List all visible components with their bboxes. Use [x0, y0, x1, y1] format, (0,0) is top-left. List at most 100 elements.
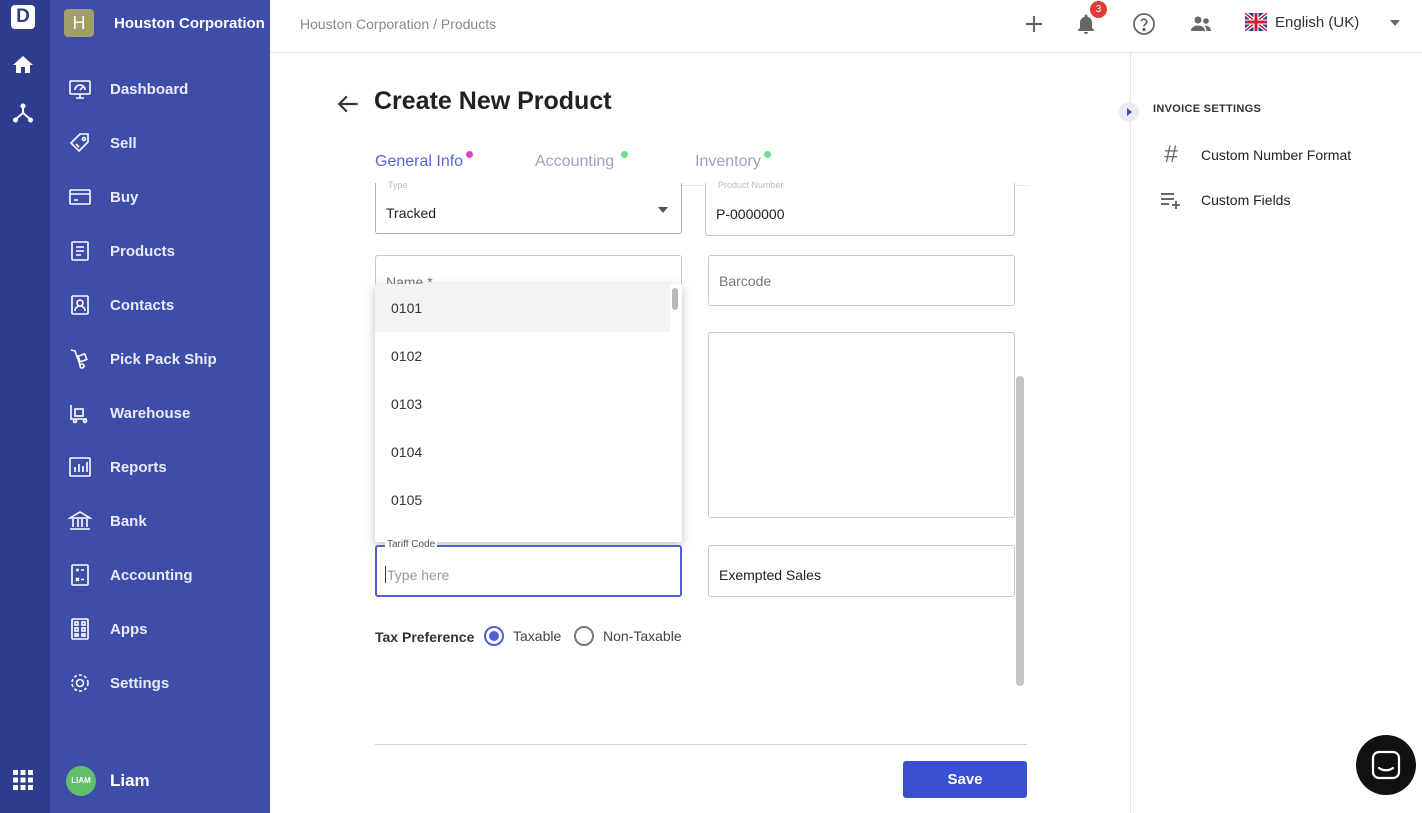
sidebar-item-products[interactable]: Products: [68, 233, 263, 269]
plus-icon[interactable]: [1022, 12, 1046, 36]
tax-code-value: Exempted Sales: [719, 567, 821, 583]
notification-badge: 3: [1090, 1, 1107, 18]
collapse-panel-button[interactable]: [1119, 102, 1139, 122]
sidebar-item-label: Products: [110, 242, 176, 260]
sidebar-item-buy[interactable]: Buy: [68, 179, 263, 215]
tariff-code-input[interactable]: Tariff Code Type here: [375, 539, 682, 597]
org-switcher[interactable]: H Houston Corporation: [64, 9, 265, 37]
network-icon[interactable]: [11, 101, 35, 125]
tax-code-field[interactable]: Exempted Sales: [708, 545, 1015, 597]
buy-icon: [68, 185, 92, 209]
status-dot: [466, 151, 473, 158]
sidebar-item-label: Dashboard: [110, 80, 189, 98]
user-profile[interactable]: LIAM Liam: [66, 766, 150, 796]
invoice-settings-panel: INVOICE SETTINGS # Custom Number Format …: [1119, 53, 1422, 813]
top-bar: Houston Corporation / Products 3 English…: [270, 0, 1422, 53]
dropdown-option[interactable]: 0101: [375, 284, 670, 332]
help-icon[interactable]: [1132, 12, 1156, 36]
bank-icon: [68, 509, 92, 533]
contacts-icon: [68, 293, 92, 317]
dropdown-option[interactable]: 0104: [375, 428, 670, 476]
language-label: English (UK): [1275, 13, 1360, 31]
playlist-add-icon: [1159, 188, 1183, 212]
accounting-icon: [68, 563, 92, 587]
tab-inventory[interactable]: Inventory: [695, 151, 771, 171]
chat-launcher-button[interactable]: [1356, 735, 1416, 795]
language-selector[interactable]: English (UK): [1245, 13, 1359, 31]
app-logo[interactable]: D: [11, 5, 35, 29]
barcode-field[interactable]: Barcode: [708, 255, 1015, 306]
app-rail: D: [0, 0, 50, 813]
dropdown-option[interactable]: 0105: [375, 476, 670, 524]
panel-item-label: Custom Number Format: [1201, 147, 1352, 163]
sidebar-item-label: Buy: [110, 188, 139, 206]
home-icon[interactable]: [11, 53, 35, 77]
tab-label: General Info: [375, 153, 464, 170]
breadcrumb: Houston Corporation / Products: [300, 16, 497, 32]
sidebar-item-label: Bank: [110, 512, 147, 530]
sidebar-item-warehouse[interactable]: Warehouse: [68, 395, 263, 431]
tab-general-info[interactable]: General Info: [375, 151, 473, 171]
warehouse-icon: [68, 401, 92, 425]
description-textarea[interactable]: [708, 332, 1015, 518]
sell-icon: [68, 131, 92, 155]
team-icon[interactable]: [1189, 12, 1213, 36]
main-content: Create New Product General Info Accounti…: [270, 53, 1130, 813]
sidebar-item-dashboard[interactable]: Dashboard: [68, 71, 263, 107]
panel-item-label: Custom Fields: [1201, 192, 1291, 208]
form-scrollbar[interactable]: [1016, 376, 1024, 686]
sidebar-item-pick-pack-ship[interactable]: Pick Pack Ship: [68, 341, 263, 377]
sidebar-item-apps[interactable]: Apps: [68, 611, 263, 647]
divider: [375, 744, 1027, 745]
status-dot: [621, 151, 628, 158]
type-select[interactable]: Type Tracked: [375, 180, 682, 234]
sidebar-item-label: Apps: [110, 620, 148, 638]
type-value: Tracked: [386, 205, 437, 221]
custom-fields-item[interactable]: Custom Fields: [1159, 188, 1290, 212]
sidebar-item-bank[interactable]: Bank: [68, 503, 263, 539]
sidebar-item-label: Pick Pack Ship: [110, 350, 217, 368]
sidebar-item-settings[interactable]: Settings: [68, 665, 263, 701]
tariff-code-placeholder: Type here: [387, 567, 450, 583]
dropdown-option[interactable]: 0102: [375, 332, 670, 380]
chevron-down-icon[interactable]: [1390, 20, 1400, 26]
app-grid-icon[interactable]: [11, 768, 35, 792]
user-name: Liam: [110, 771, 150, 790]
org-name: Houston Corporation: [114, 14, 265, 32]
save-button[interactable]: Save: [903, 761, 1027, 798]
sidebar-item-accounting[interactable]: Accounting: [68, 557, 263, 593]
panel-title: INVOICE SETTINGS: [1153, 103, 1262, 115]
back-arrow-icon[interactable]: [336, 91, 362, 117]
sidebar-item-contacts[interactable]: Contacts: [68, 287, 263, 323]
tax-preference-label: Tax Preference: [375, 629, 475, 645]
tab-label: Accounting: [535, 153, 615, 170]
custom-number-format-item[interactable]: # Custom Number Format: [1159, 143, 1351, 167]
dashboard-icon: [68, 77, 92, 101]
barcode-placeholder: Barcode: [719, 273, 772, 289]
type-label: Type: [386, 180, 408, 198]
radio-circle: [574, 626, 594, 646]
product-number-field[interactable]: Product Number P-0000000: [705, 180, 1015, 236]
tab-label: Inventory: [695, 153, 761, 170]
radio-non-taxable[interactable]: Non-Taxable: [574, 626, 682, 646]
products-icon: [68, 239, 92, 263]
dropdown-option[interactable]: 0103: [375, 380, 670, 428]
org-avatar: H: [64, 9, 94, 37]
sidebar-item-sell[interactable]: Sell: [68, 125, 263, 161]
sidebar-item-reports[interactable]: Reports: [68, 449, 263, 485]
sidebar-item-label: Sell: [110, 134, 137, 152]
sidebar-item-label: Warehouse: [110, 404, 191, 422]
avatar: LIAM: [66, 766, 96, 796]
tab-bar: General Info Accounting Inventory: [375, 141, 1027, 186]
sidebar-item-label: Reports: [110, 458, 167, 476]
status-dot: [764, 151, 771, 158]
radio-circle: [484, 626, 504, 646]
apps-icon: [68, 617, 92, 641]
page-title: Create New Product: [374, 87, 612, 115]
tab-accounting[interactable]: Accounting: [535, 151, 628, 171]
hash-icon: #: [1164, 141, 1178, 168]
sidebar-item-label: Settings: [110, 674, 170, 692]
radio-taxable[interactable]: Taxable: [484, 626, 561, 646]
dropdown-scrollbar[interactable]: [672, 288, 678, 310]
tariff-code-dropdown: 0101 0102 0103 0104 0105: [375, 284, 682, 542]
